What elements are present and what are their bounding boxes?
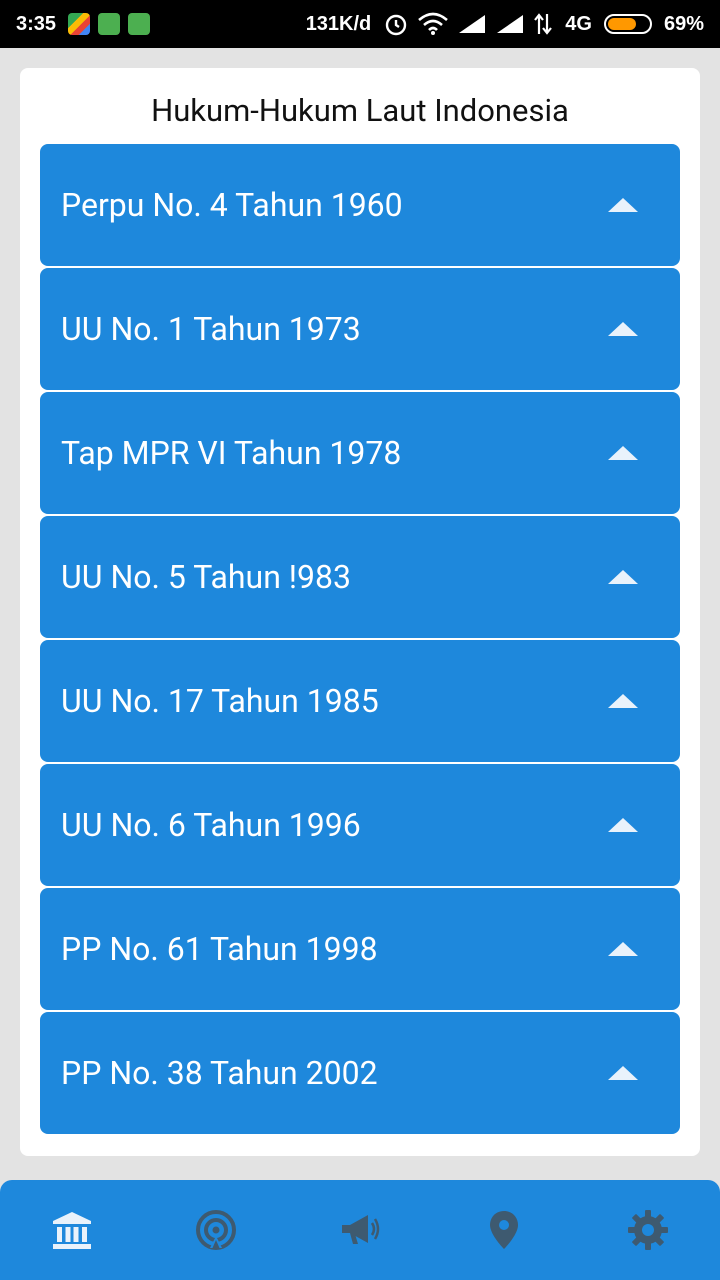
status-bar: 3:35 131K/d 4G 69% <box>0 0 720 48</box>
law-item-label: UU No. 6 Tahun 1996 <box>61 806 361 844</box>
law-item-uu-17-1985[interactable]: UU No. 17 Tahun 1985 <box>40 640 680 762</box>
nav-laws-button[interactable] <box>40 1198 104 1262</box>
broadcast-icon <box>196 1210 236 1250</box>
nav-broadcast-button[interactable] <box>184 1198 248 1262</box>
network-speed: 131K/d <box>305 12 372 35</box>
law-item-label: PP No. 38 Tahun 2002 <box>61 1054 378 1092</box>
network-type: 4G <box>565 12 592 35</box>
law-item-uu-6-1996[interactable]: UU No. 6 Tahun 1996 <box>40 764 680 886</box>
caret-up-icon <box>608 198 638 212</box>
status-right: 131K/d 4G 69% <box>302 11 708 37</box>
law-item-label: UU No. 17 Tahun 1985 <box>61 682 379 720</box>
status-left: 3:35 <box>12 12 151 36</box>
caret-up-icon <box>608 818 638 832</box>
law-item-uu-1-1973[interactable]: UU No. 1 Tahun 1973 <box>40 268 680 390</box>
page-title: Hukum-Hukum Laut Indonesia <box>151 92 569 129</box>
law-item-label: UU No. 5 Tahun !983 <box>61 558 351 596</box>
app-notification-icon <box>98 13 121 35</box>
megaphone-icon <box>342 1215 380 1244</box>
bottom-nav <box>0 1180 720 1280</box>
caret-up-icon <box>608 446 638 460</box>
nav-settings-button[interactable] <box>616 1198 680 1262</box>
law-item-label: PP No. 61 Tahun 1998 <box>61 930 378 968</box>
app-notification-icon <box>128 13 151 35</box>
map-pin-icon <box>490 1211 518 1249</box>
law-item-perpu-4-1960[interactable]: Perpu No. 4 Tahun 1960 <box>40 144 680 266</box>
caret-up-icon <box>608 570 638 584</box>
signal-icon <box>459 15 486 33</box>
nav-location-button[interactable] <box>472 1198 536 1262</box>
alarm-icon <box>386 14 407 36</box>
status-time: 3:35 <box>16 12 57 35</box>
law-item-label: Perpu No. 4 Tahun 1960 <box>61 186 403 224</box>
law-item-tap-mpr-vi-1978[interactable]: Tap MPR VI Tahun 1978 <box>40 392 680 514</box>
signal-icon <box>497 15 524 33</box>
play-store-icon <box>68 13 91 35</box>
battery-icon <box>603 14 652 34</box>
law-item-pp-38-2002[interactable]: PP No. 38 Tahun 2002 <box>40 1012 680 1134</box>
law-item-uu-5-1983[interactable]: UU No. 5 Tahun !983 <box>40 516 680 638</box>
wifi-icon <box>418 12 449 35</box>
law-item-pp-61-1998[interactable]: PP No. 61 Tahun 1998 <box>40 888 680 1010</box>
battery-percent: 69% <box>663 12 704 35</box>
law-item-label: Tap MPR VI Tahun 1978 <box>61 434 402 472</box>
battery-fill <box>607 18 636 30</box>
data-transfer-icon <box>534 13 553 35</box>
caret-up-icon <box>608 942 638 956</box>
caret-up-icon <box>608 1066 638 1080</box>
bank-icon <box>53 1212 91 1249</box>
caret-up-icon <box>608 694 638 708</box>
law-item-label: UU No. 1 Tahun 1973 <box>61 310 361 348</box>
law-list: Perpu No. 4 Tahun 1960 UU No. 1 Tahun 19… <box>40 144 680 1136</box>
gear-icon <box>628 1210 668 1250</box>
caret-up-icon <box>608 322 638 336</box>
nav-announcement-button[interactable] <box>328 1198 392 1262</box>
